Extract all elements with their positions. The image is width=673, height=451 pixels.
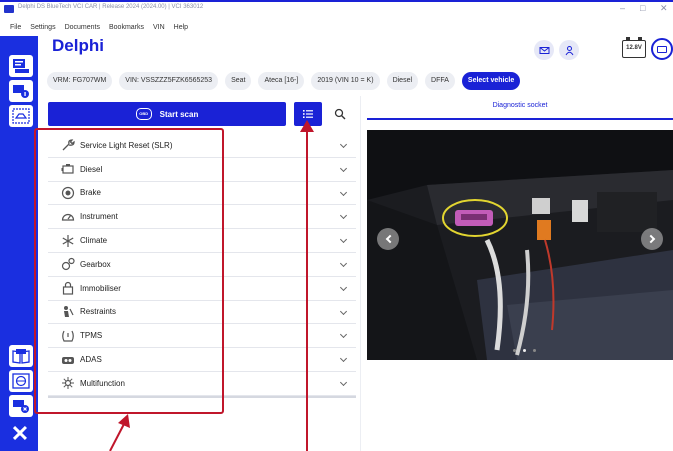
diagnostics-icon [12, 108, 30, 124]
chip-model[interactable]: Ateca [16-] [258, 72, 305, 90]
globe-button[interactable] [9, 370, 33, 392]
mail-icon [539, 46, 549, 54]
maximize-button[interactable]: □ [640, 3, 645, 13]
start-scan-button[interactable]: OBD Start scan [48, 102, 286, 126]
vehicle-list-icon [13, 59, 29, 73]
tab-diagnostic-socket[interactable]: Diagnostic socket [367, 96, 673, 120]
chevron-down-icon[interactable] [339, 164, 348, 172]
brand-logo: Delphi [52, 36, 104, 55]
menu-help[interactable]: Help [174, 22, 188, 34]
chevron-down-icon[interactable] [339, 307, 348, 315]
carousel-dot[interactable] [513, 349, 516, 352]
carousel-dot-active[interactable] [523, 349, 526, 352]
chevron-down-icon[interactable] [339, 140, 348, 149]
vehicle-info-icon [13, 85, 29, 98]
annotation-box [34, 128, 224, 414]
chevron-down-icon[interactable] [339, 259, 348, 268]
vehicle-list-button[interactable] [9, 55, 33, 77]
start-scan-label: Start scan [159, 109, 199, 119]
close-icon[interactable]: ✕ [8, 422, 32, 446]
chevron-down-icon[interactable] [339, 331, 348, 339]
left-sidebar: ✕ [0, 0, 38, 451]
tab-label: Diagnostic socket [492, 102, 548, 109]
window-title: Delphi DS BlueTech VCI CAR | Release 202… [18, 4, 204, 10]
diagnostics-button[interactable] [9, 105, 33, 127]
vci-disconnect-icon [13, 400, 29, 413]
globe-icon [12, 373, 30, 389]
chip-fuel[interactable]: Diesel [386, 72, 419, 90]
chevron-down-icon[interactable] [339, 188, 348, 196]
minimize-button[interactable]: – [620, 3, 625, 13]
chevron-down-icon[interactable] [339, 236, 348, 244]
chip-vin[interactable]: VIN: VSSZZZ5FZK6565253 [119, 72, 219, 90]
list-icon [303, 110, 313, 118]
chevron-down-icon[interactable] [339, 355, 348, 363]
carousel-prev-button[interactable] [377, 228, 399, 250]
menu-bookmarks[interactable]: Bookmarks [109, 22, 144, 34]
menu-documents[interactable]: Documents [65, 22, 100, 34]
battery-icon: 12.8V [622, 37, 646, 58]
chip-vrm[interactable]: VRM: FG707WM [47, 72, 113, 90]
chip-engine[interactable]: DFFA [425, 72, 455, 90]
app-icon [4, 5, 14, 13]
window-close-button[interactable]: ✕ [660, 3, 668, 14]
carousel-next-button[interactable] [641, 228, 663, 250]
socket-photo-image [367, 130, 673, 360]
diagnostic-socket-photo [367, 130, 673, 360]
search-button[interactable] [326, 102, 354, 126]
pane-divider [360, 96, 361, 451]
select-vehicle-button[interactable]: Select vehicle [461, 72, 521, 90]
chevron-down-icon[interactable] [339, 378, 348, 387]
carousel-dot[interactable] [533, 349, 536, 352]
vehicle-info-button[interactable] [9, 80, 33, 102]
vci-connection-icon[interactable] [651, 38, 673, 60]
menu-settings[interactable]: Settings [30, 22, 55, 34]
chevron-down-icon[interactable] [339, 283, 348, 291]
book-button[interactable] [9, 345, 33, 367]
window-titlebar: Delphi DS BlueTech VCI CAR | Release 202… [0, 0, 673, 22]
obd-icon: OBD [135, 108, 152, 120]
book-icon [12, 349, 30, 364]
vehicle-chip-bar: VRM: FG707WM VIN: VSSZZZ5FZK6565253 Seat… [47, 72, 521, 90]
carousel-dots [513, 349, 536, 352]
vci-disconnect-button[interactable] [9, 395, 33, 417]
search-icon [334, 108, 346, 120]
user-icon [565, 45, 573, 55]
menu-bar: File Settings Documents Bookmarks VIN He… [10, 22, 188, 34]
user-button[interactable] [559, 40, 579, 60]
chip-year[interactable]: 2019 (VIN 10 = K) [311, 72, 380, 90]
menu-file[interactable]: File [10, 22, 21, 34]
mail-button[interactable] [534, 40, 554, 60]
chevron-down-icon[interactable] [339, 212, 348, 220]
menu-vin[interactable]: VIN [153, 22, 165, 34]
chip-make[interactable]: Seat [225, 72, 252, 90]
